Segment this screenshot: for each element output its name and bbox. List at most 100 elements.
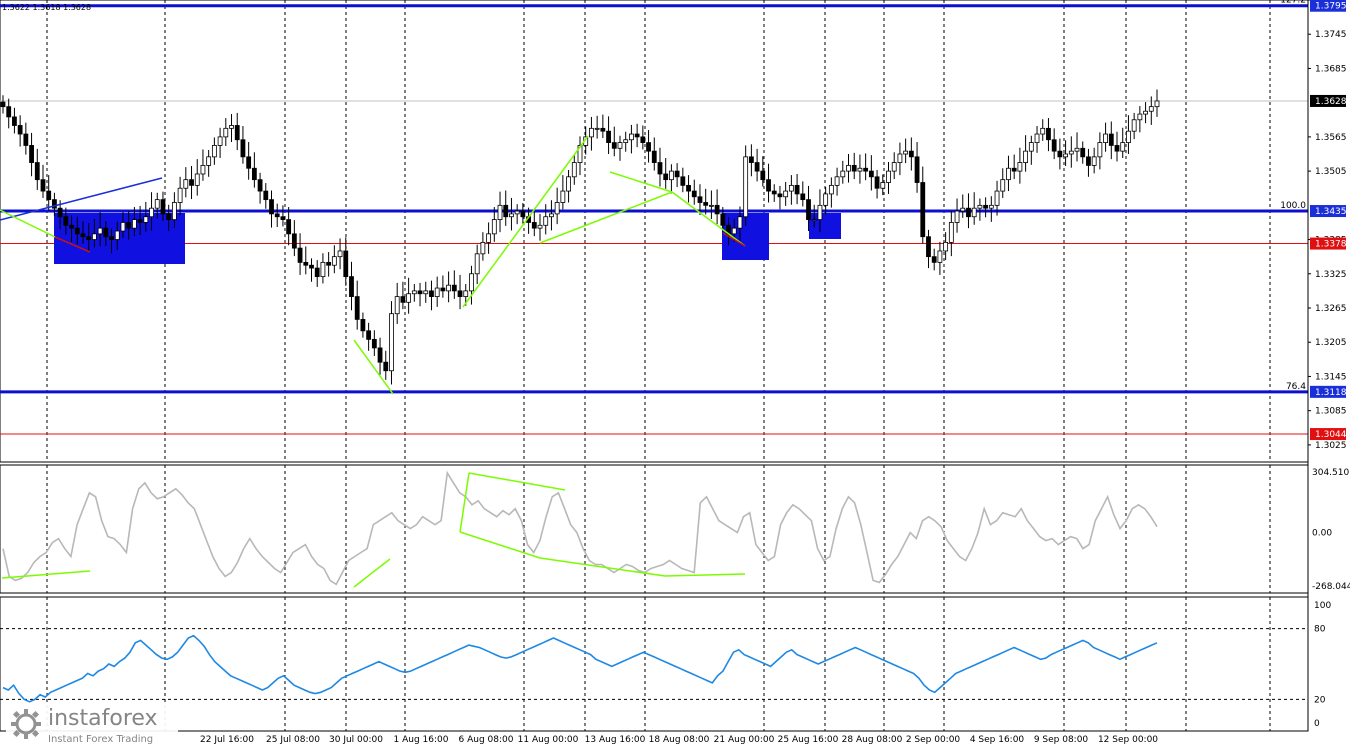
candle-body	[246, 156, 252, 169]
candle-body	[326, 261, 332, 266]
price-tick-label: 1.3505	[1315, 167, 1347, 177]
candle-body	[411, 290, 417, 295]
candle-body	[771, 190, 777, 195]
candle-body	[754, 162, 760, 172]
candle-body	[691, 190, 697, 198]
candle-body	[1148, 106, 1154, 112]
candle-body	[806, 199, 811, 220]
candle-body	[343, 250, 349, 278]
candle-body	[971, 207, 977, 218]
instaforex-logo-icon	[11, 709, 41, 739]
candle-body	[394, 296, 400, 315]
candle-body	[400, 296, 406, 303]
candle-body	[126, 222, 132, 229]
b-tick-label: 20	[1314, 695, 1326, 705]
candle-body	[331, 256, 337, 266]
candle-body	[360, 319, 366, 332]
b-indicator-panel[interactable]	[0, 596, 1309, 732]
candle-body	[463, 290, 469, 297]
candle-body	[503, 204, 509, 218]
candle-body	[514, 210, 520, 215]
candle-body	[211, 145, 217, 158]
candle-body	[46, 190, 52, 201]
candle-body	[291, 233, 297, 249]
candle-body	[1103, 133, 1108, 143]
candle-body	[1126, 130, 1131, 143]
ai-tick-label: 304.5101	[1312, 468, 1350, 478]
candle-body	[109, 236, 114, 240]
candle-body	[154, 199, 160, 209]
candle-body	[366, 330, 372, 340]
candle-body	[429, 290, 434, 297]
candle-body	[657, 162, 663, 175]
candle-body	[480, 242, 486, 255]
time-label: 12 Sep 00:00	[1098, 735, 1158, 745]
candle-body	[554, 202, 560, 215]
candle-body	[314, 267, 320, 278]
ai-tick-label: -268.0446	[1312, 582, 1350, 592]
time-label: 28 Aug 08:00	[842, 735, 903, 745]
candle-body	[257, 179, 263, 192]
time-label: 25 Jul 08:00	[266, 735, 320, 745]
candle-body	[354, 296, 360, 320]
time-label: 9 Sep 08:00	[1034, 735, 1089, 745]
price-tag-label: 1.3628	[1315, 97, 1347, 107]
candle-body	[960, 207, 966, 212]
candle-body	[868, 170, 874, 178]
candle-body	[166, 213, 172, 220]
candle-body	[337, 250, 343, 258]
candle-body	[537, 224, 543, 229]
candle-body	[743, 156, 749, 218]
candle-body	[543, 216, 549, 226]
candle-body	[874, 176, 880, 189]
time-label: 13 Aug 16:00	[585, 735, 646, 745]
candle-body	[629, 133, 634, 141]
candle-body	[389, 313, 394, 372]
b-tick-label: 0	[1314, 719, 1320, 729]
chart-canvas: 1.38051.37451.36851.35651.35051.33851.33…	[0, 0, 1350, 750]
candle-body	[851, 165, 857, 172]
b-tick-label: 100	[1314, 601, 1331, 611]
candle-body	[794, 184, 800, 195]
candle-body	[1074, 147, 1080, 152]
candle-body	[74, 227, 80, 235]
candle-body	[651, 150, 657, 163]
time-label: 1 Aug 16:00	[394, 735, 449, 745]
candle-body	[63, 216, 69, 226]
candle-body	[406, 293, 412, 303]
candle-body	[886, 170, 891, 183]
candle-body	[920, 182, 926, 238]
candle-body	[571, 162, 577, 178]
candle-body	[6, 106, 12, 118]
candle-body	[857, 167, 863, 172]
watermark-tagline: Instant Forex Trading	[48, 734, 154, 745]
b-tick-label: 80	[1314, 625, 1326, 635]
candle-body	[274, 213, 280, 218]
candle-body	[469, 273, 474, 292]
candle-body	[0, 101, 6, 108]
candle-body	[120, 222, 126, 232]
candle-body	[880, 182, 886, 189]
price-tick-label: 1.3565	[1315, 133, 1347, 143]
candle-body	[1137, 113, 1143, 121]
candle-body	[908, 150, 914, 158]
candle-body	[377, 347, 383, 363]
candle-body	[297, 247, 303, 263]
candle-body	[86, 236, 92, 240]
candle-body	[1108, 133, 1114, 146]
candle-body	[834, 176, 840, 186]
candle-body	[40, 179, 46, 192]
candle-body	[646, 142, 651, 152]
time-label: 21 Aug 00:00	[714, 735, 775, 745]
candle-body	[1154, 100, 1160, 108]
candle-body	[1143, 110, 1148, 115]
candle-body	[200, 165, 206, 175]
candle-body	[788, 184, 794, 192]
candle-body	[303, 261, 309, 266]
candle-body	[948, 222, 954, 243]
candle-body	[1131, 119, 1137, 132]
candle-body	[171, 202, 177, 220]
candle-body	[606, 130, 611, 143]
time-label: 22 Jul 16:00	[200, 735, 254, 745]
candle-body	[891, 162, 897, 172]
